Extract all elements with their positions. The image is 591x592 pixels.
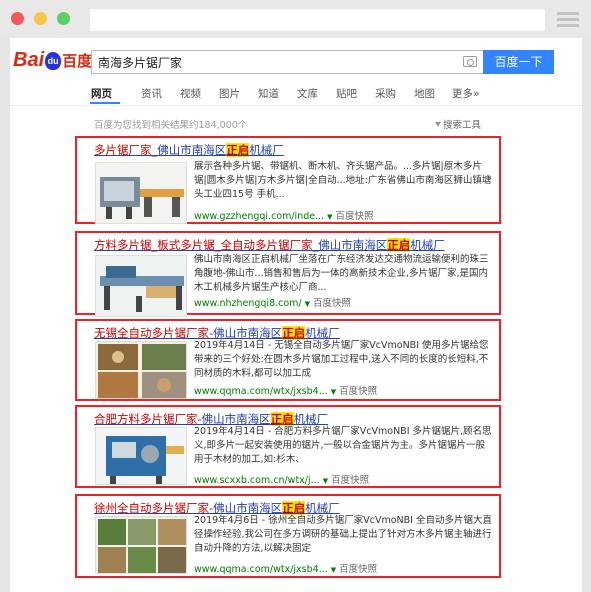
search-result: 合肥方料多片锯厂家-佛山市南海区正启机械厂 2019年4月14日 - 合肥方料多… bbox=[75, 405, 501, 488]
tab-wenku[interactable]: 文库 bbox=[297, 86, 318, 101]
result-snippet: 2019年4月6日 - 徐州全自动多片锯厂家VcVmoNBI 全自动多片锯大直径… bbox=[194, 515, 492, 554]
title-text: 机械厂 bbox=[249, 143, 284, 157]
title-text: -佛山市南海区 bbox=[197, 412, 271, 426]
baidu-results-page: Bai du 百度 南海多片锯厂家 百度一下 网页 资讯 视频 图片 知道 文库 贴… bbox=[10, 38, 582, 592]
tab-zhidao[interactable]: 知道 bbox=[258, 86, 279, 101]
snapshot-link[interactable]: 百度快照 bbox=[331, 475, 369, 486]
search-result: 徐州全自动多片锯厂家-佛山市南海区正启机械厂 2019年4月6日 - 徐州全自动… bbox=[75, 494, 501, 578]
title-text: 机械厂 bbox=[293, 412, 329, 426]
result-count: 百度为您找到相关结果约184,000个 bbox=[94, 120, 248, 131]
url-text: www.qqma.com/wtx/jxsb4... bbox=[194, 564, 328, 575]
search-result: 方料多片锯_板式多片锯_全自动多片锯厂家_佛山市南海区正启机械厂 佛山市南海区正… bbox=[75, 231, 501, 317]
title-text: 机械厂 bbox=[305, 326, 340, 340]
url-text: www.qqma.com/wtx/jxsb4... bbox=[194, 386, 328, 397]
result-title-link[interactable]: 方料多片锯_板式多片锯_全自动多片锯厂家_佛山市南海区正启机械厂 bbox=[94, 237, 445, 253]
header-divider bbox=[10, 105, 582, 106]
title-keyword: 合肥方料多片锯厂家 bbox=[94, 412, 198, 426]
title-text: 机械厂 bbox=[410, 238, 445, 252]
minimize-window-button[interactable] bbox=[34, 12, 47, 25]
title-text: _佛山市南海区 bbox=[151, 143, 227, 157]
funnel-icon bbox=[435, 122, 441, 127]
result-thumbnail[interactable] bbox=[95, 427, 187, 485]
result-thumbnail[interactable] bbox=[95, 162, 187, 224]
search-tools-button[interactable]: 搜索工具 bbox=[435, 117, 481, 131]
tab-caigou[interactable]: 采购 bbox=[375, 86, 396, 101]
search-result: 多片锯厂家_佛山市南海区正启机械厂 展示各种多片锯、带锯机、断木机、齐头锯产品。… bbox=[75, 136, 501, 224]
hamburger-menu-icon[interactable] bbox=[557, 12, 579, 28]
logo-text-du: 百度 bbox=[62, 53, 93, 70]
result-url[interactable]: www.nhzhengqi8.com/▼ 百度快照 bbox=[194, 295, 351, 309]
tab-tieba[interactable]: 贴吧 bbox=[336, 86, 357, 101]
search-tabs: 网页 资讯 视频 图片 知道 文库 贴吧 采购 地图 更多» bbox=[10, 83, 582, 105]
maximize-window-button[interactable] bbox=[57, 12, 70, 25]
title-highlight: 正启 bbox=[282, 501, 306, 515]
snapshot-link[interactable]: 百度快照 bbox=[313, 298, 351, 309]
result-url[interactable]: www.qqma.com/wtx/jxsb4... ▼ 百度快照 bbox=[194, 561, 377, 575]
address-bar[interactable] bbox=[90, 9, 545, 31]
result-url[interactable]: www.scxxb.com.cn/wtx/j... ▼ 百度快照 bbox=[194, 472, 369, 486]
browser-chrome bbox=[0, 0, 591, 38]
title-keyword: 徐州全自动多片锯厂家 bbox=[94, 501, 209, 515]
tab-video[interactable]: 视频 bbox=[180, 86, 201, 101]
title-highlight: 正启 bbox=[387, 238, 411, 252]
search-header: Bai du 百度 南海多片锯厂家 百度一下 网页 资讯 视频 图片 知道 文库 贴… bbox=[10, 38, 582, 108]
dropdown-arrow-icon[interactable]: ▼ bbox=[331, 566, 336, 574]
paw-icon: du bbox=[45, 52, 62, 70]
title-text: 机械厂 bbox=[305, 501, 340, 515]
title-highlight: 正启 bbox=[282, 326, 306, 340]
title-text: -佛山市南海区 bbox=[209, 501, 283, 515]
dropdown-arrow-icon[interactable]: ▼ bbox=[323, 477, 328, 485]
title-text: _佛山市南海区 bbox=[312, 238, 388, 252]
result-title-link[interactable]: 多片锯厂家_佛山市南海区正启机械厂 bbox=[94, 142, 284, 158]
dropdown-arrow-icon[interactable]: ▼ bbox=[331, 388, 336, 396]
search-input[interactable]: 南海多片锯厂家 bbox=[98, 54, 182, 71]
url-text: www.nhzhengqi8.com/ bbox=[194, 298, 302, 309]
snapshot-link[interactable]: 百度快照 bbox=[339, 386, 377, 397]
result-url[interactable]: www.gzzhengqi.com/inde... ▼ 百度快照 bbox=[194, 208, 374, 222]
result-snippet: 佛山市南海区正启机械厂坐落在广东经济发达交通物流运输便利的珠三角腹地-佛山市..… bbox=[194, 254, 489, 293]
tab-more[interactable]: 更多» bbox=[452, 86, 479, 101]
title-text: -佛山市南海区 bbox=[209, 326, 283, 340]
title-keyword: 方料多片锯_板式多片锯_全自动多片锯厂家 bbox=[94, 238, 313, 252]
result-snippet: 2019年4月14日 - 合肥方料多片锯厂家VcVmoNBI 多片锯锯片,顾名思… bbox=[194, 426, 492, 465]
dropdown-arrow-icon[interactable]: ▼ bbox=[305, 300, 310, 308]
result-thumbnail[interactable] bbox=[95, 255, 187, 317]
title-keyword: 无锡全自动多片锯厂家 bbox=[94, 326, 209, 340]
url-text: www.scxxb.com.cn/wtx/j... bbox=[194, 475, 320, 486]
result-snippet: 展示各种多片锯、带锯机、断木机、齐头锯产品。...多片锯|原木多片锯|圆木多片锯… bbox=[194, 161, 492, 200]
close-window-button[interactable] bbox=[11, 12, 24, 25]
search-box[interactable]: 南海多片锯厂家 bbox=[91, 50, 483, 74]
result-snippet: 2019年4月14日 - 无锡全自动多片锯厂家VcVmoNBI 使用多片锯给您带… bbox=[194, 340, 489, 379]
url-text: www.gzzhengqi.com/inde... bbox=[194, 211, 325, 222]
result-url[interactable]: www.qqma.com/wtx/jxsb4... ▼ 百度快照 bbox=[194, 383, 377, 397]
title-highlight: 正启 bbox=[270, 412, 294, 426]
title-highlight: 正启 bbox=[226, 143, 250, 157]
search-tools-label: 搜索工具 bbox=[443, 120, 482, 131]
snapshot-link[interactable]: 百度快照 bbox=[339, 564, 377, 575]
search-result: 无锡全自动多片锯厂家-佛山市南海区正启机械厂 2019年4月14日 - 无锡全自… bbox=[75, 319, 501, 401]
search-button[interactable]: 百度一下 bbox=[483, 50, 554, 74]
tab-map[interactable]: 地图 bbox=[414, 86, 435, 101]
dropdown-arrow-icon[interactable]: ▼ bbox=[327, 213, 332, 221]
tab-web[interactable]: 网页 bbox=[91, 86, 112, 101]
snapshot-link[interactable]: 百度快照 bbox=[336, 211, 374, 222]
result-thumbnail[interactable] bbox=[95, 516, 187, 574]
result-thumbnail[interactable] bbox=[95, 341, 187, 399]
camera-icon[interactable] bbox=[463, 56, 477, 67]
title-keyword: 多片锯厂家 bbox=[94, 143, 152, 157]
logo-text-bai: Bai bbox=[13, 49, 45, 71]
active-tab-indicator bbox=[90, 102, 120, 104]
tab-news[interactable]: 资讯 bbox=[141, 86, 162, 101]
baidu-logo[interactable]: Bai du 百度 bbox=[13, 49, 92, 73]
tab-images[interactable]: 图片 bbox=[219, 86, 240, 101]
